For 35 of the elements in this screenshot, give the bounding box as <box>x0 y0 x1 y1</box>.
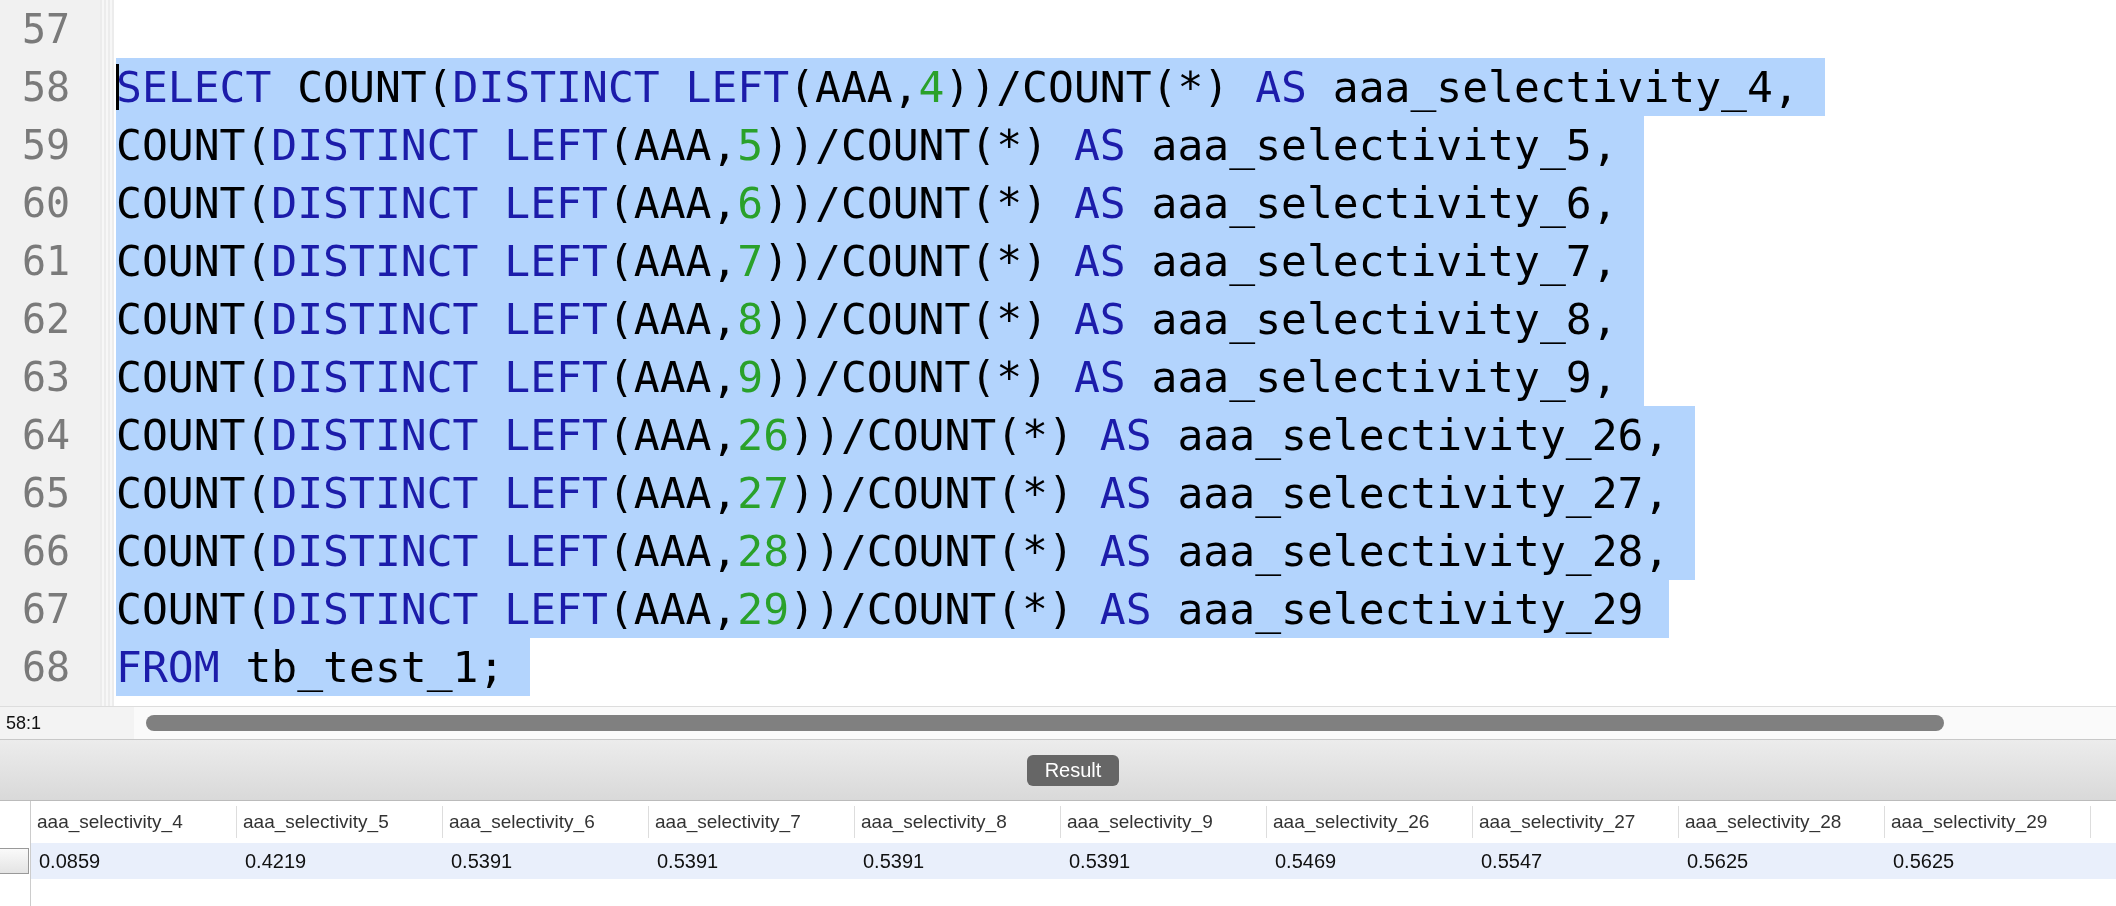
line-number: 68 <box>21 643 72 692</box>
table-cell-text: 0.5547 <box>1480 848 1544 874</box>
column-header[interactable]: aaa_selectivity_27 <box>1473 806 1679 838</box>
result-button[interactable]: Result <box>1026 754 1120 786</box>
line-number: 65 <box>21 469 72 518</box>
line-number: 58 <box>21 63 72 112</box>
column-header[interactable]: aaa_selectivity_9 <box>1061 806 1267 838</box>
column-header[interactable]: aaa_selectivity_28 <box>1679 806 1885 838</box>
column-header[interactable]: aaa_selectivity_26 <box>1267 806 1473 838</box>
line-number: 60 <box>21 179 72 228</box>
row-selector[interactable] <box>0 848 29 874</box>
table-cell-text: 0.5391 <box>656 848 720 874</box>
line-number: 67 <box>21 585 72 634</box>
table-cell-text: 0.4219 <box>244 848 308 874</box>
column-header[interactable]: aaa_selectivity_6 <box>443 806 649 838</box>
line-number: 66 <box>21 527 72 576</box>
column-header[interactable]: aaa_selectivity_29 <box>1885 806 2091 838</box>
line-number: 57 <box>21 5 72 54</box>
table-cell-text: 0.5391 <box>1068 848 1132 874</box>
line-number: 59 <box>21 121 72 170</box>
column-header[interactable]: aaa_selectivity_5 <box>237 806 443 838</box>
line-number: 61 <box>21 237 72 286</box>
column-header[interactable]: aaa_selectivity_8 <box>855 806 1061 838</box>
table-cell-text: 0.5391 <box>450 848 514 874</box>
line-number: 62 <box>21 295 72 344</box>
table-cell-text: 0.0859 <box>38 848 102 874</box>
table-cell-text: 0.5391 <box>862 848 926 874</box>
table-cell-text: 0.5625 <box>1686 848 1750 874</box>
line-number: 64 <box>21 411 72 460</box>
column-header[interactable]: aaa_selectivity_7 <box>649 806 855 838</box>
table-cell-text: 0.5469 <box>1274 848 1338 874</box>
line-number: 63 <box>21 353 72 402</box>
table-cell-text: 0.5625 <box>1892 848 1956 874</box>
cursor-position: 58:1 <box>0 707 134 739</box>
column-header[interactable]: aaa_selectivity_4 <box>31 806 237 838</box>
